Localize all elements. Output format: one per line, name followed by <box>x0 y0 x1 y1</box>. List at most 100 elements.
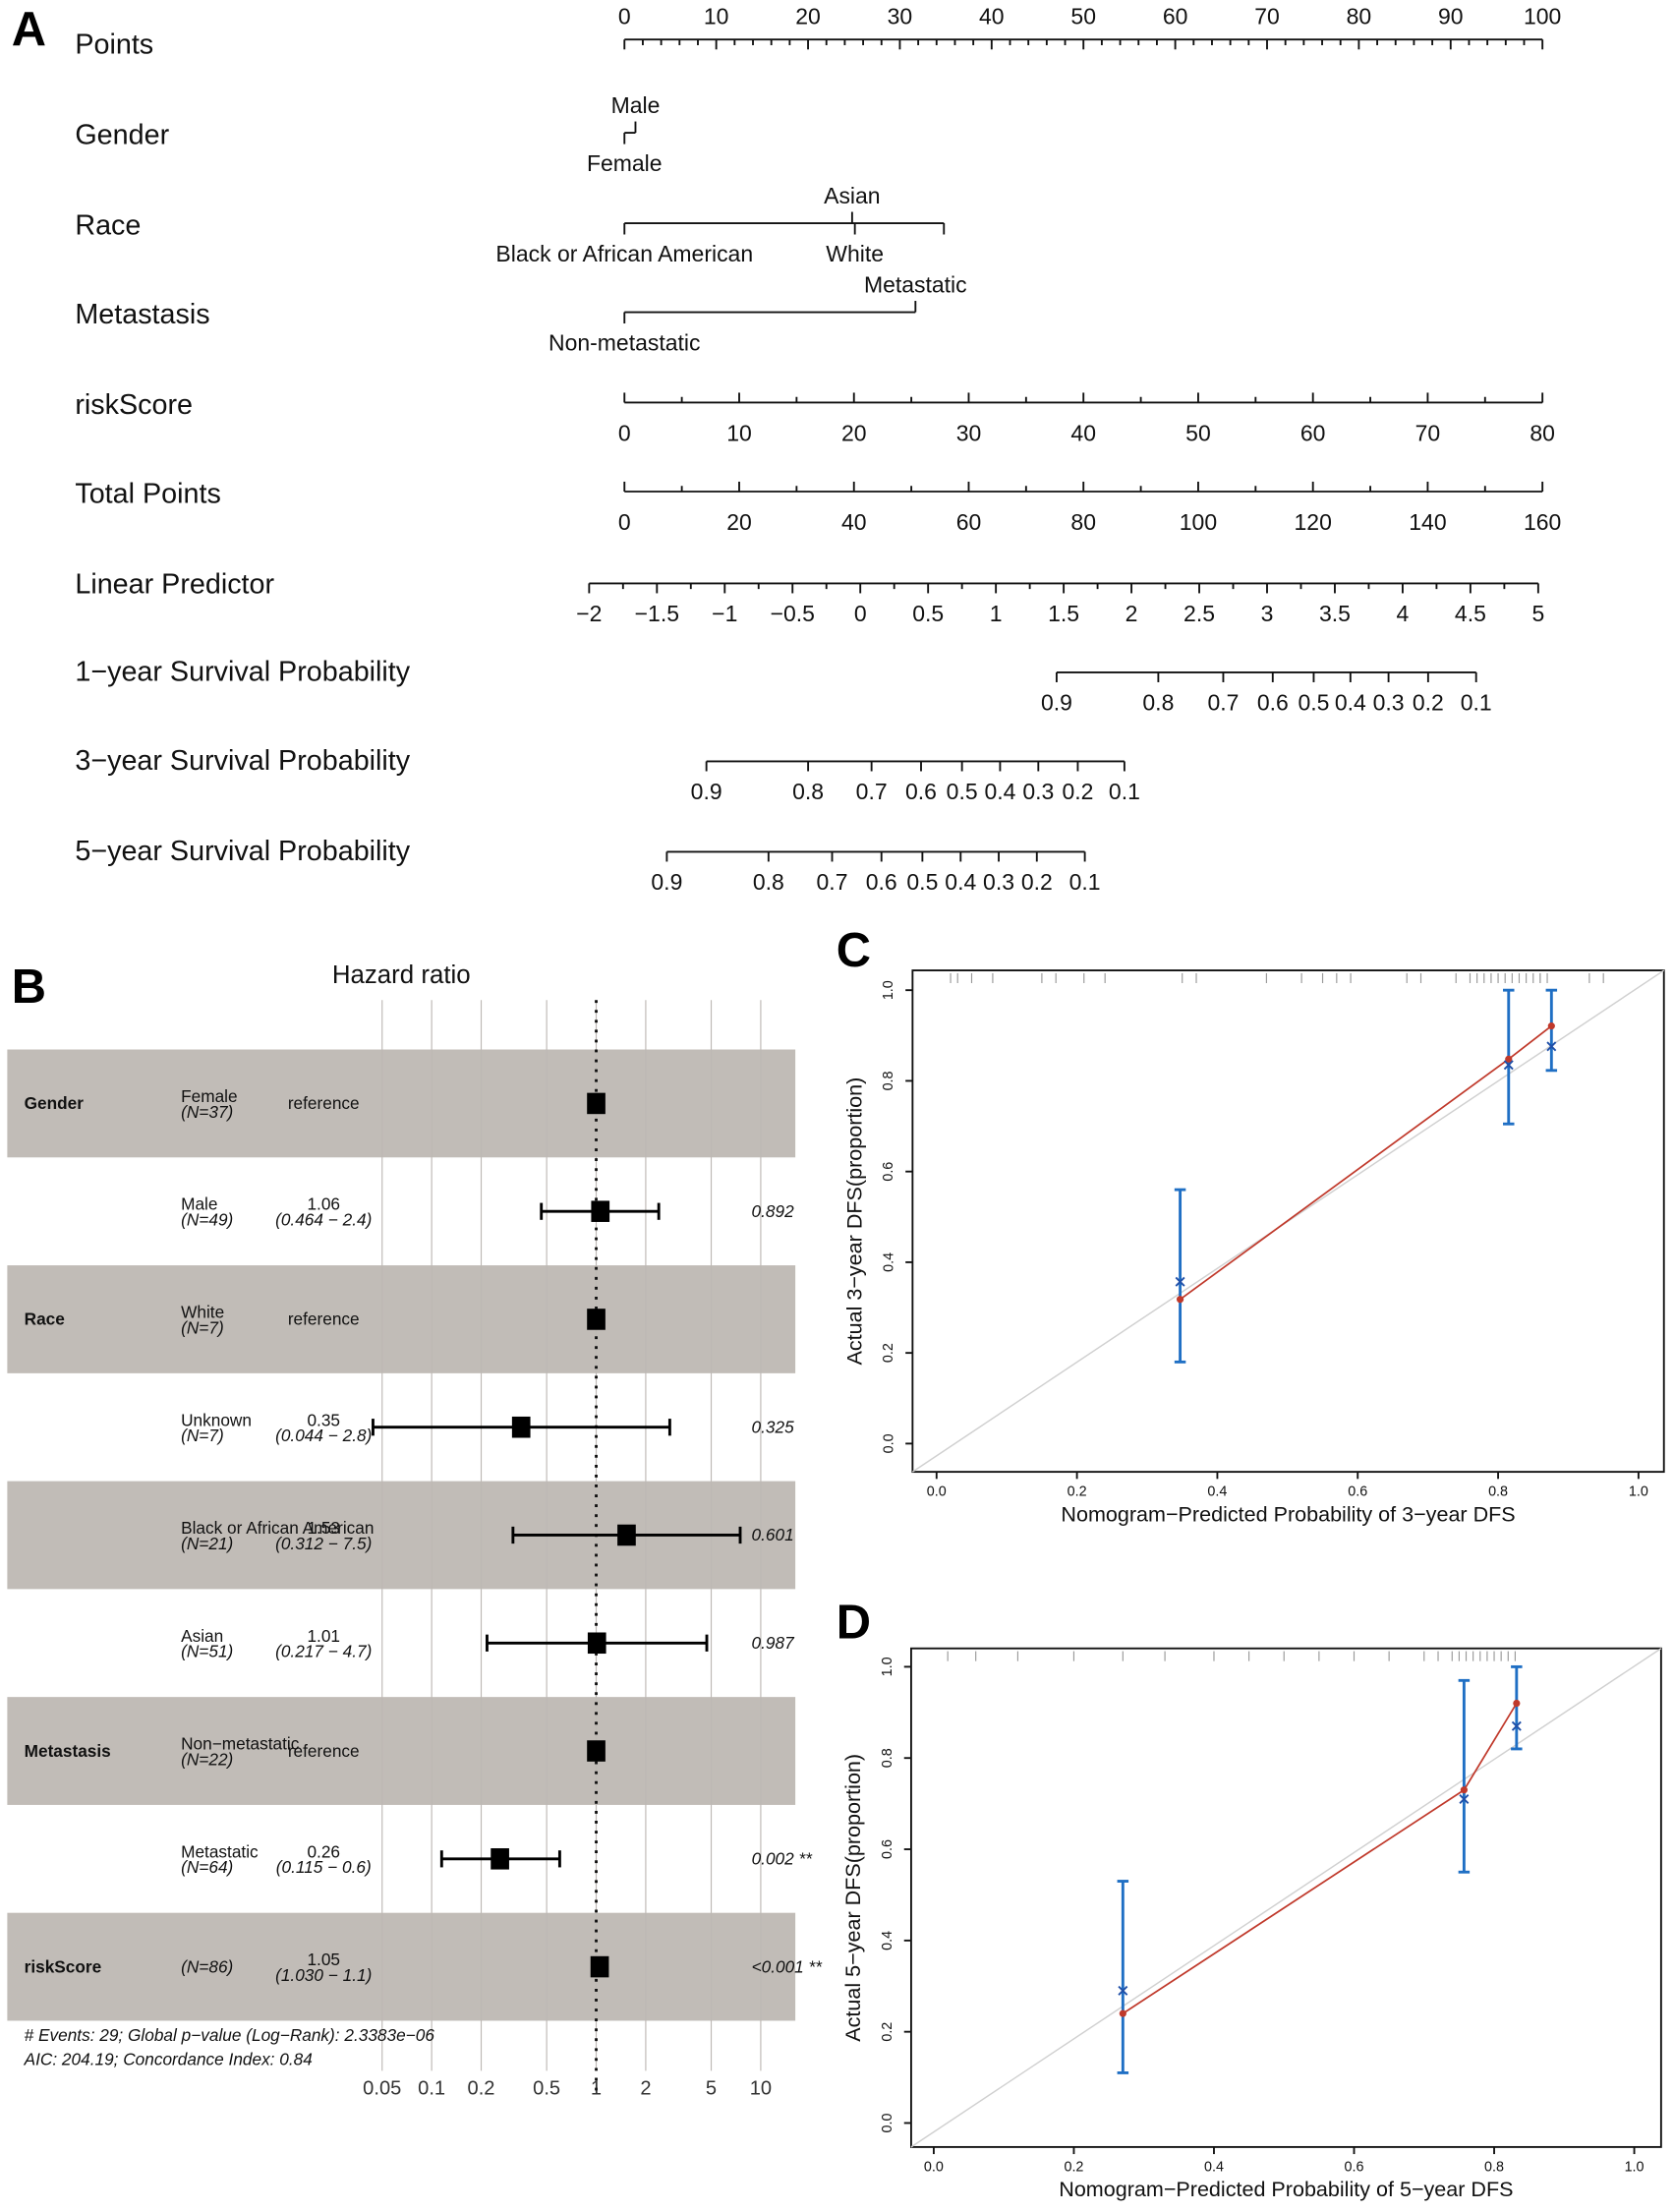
tick-label: 70 <box>1254 3 1280 29</box>
row-label: Linear Predictor <box>75 568 274 600</box>
level-label: White <box>826 241 884 266</box>
x-tick-label: 0.2 <box>1064 2159 1083 2175</box>
tick-label: 0.6 <box>905 779 937 804</box>
x-tick-label: 0.4 <box>1204 2159 1224 2175</box>
row-label: riskScore <box>75 389 193 421</box>
tick-label: 1 <box>990 601 1003 626</box>
row-label: Gender <box>75 120 169 151</box>
hr-marker <box>587 1632 606 1655</box>
panel-label-a: A <box>12 3 46 56</box>
tick-label: 140 <box>1409 509 1446 535</box>
x-tick-label: 0.8 <box>1484 2159 1504 2175</box>
tick-label: 30 <box>888 3 913 29</box>
footer-text: AIC: 204.19; Concordance Index: 0.84 <box>24 2050 313 2069</box>
p-value: 0.325 <box>752 1417 795 1436</box>
row-label: Points <box>75 29 153 61</box>
tick-label: 40 <box>841 509 867 535</box>
tick-label: 120 <box>1295 509 1332 535</box>
tick-label: 0.6 <box>866 869 897 895</box>
n-label: (N=37) <box>181 1102 233 1122</box>
tick-label: 50 <box>1070 3 1096 29</box>
hr-marker <box>587 1740 606 1762</box>
tick-label: 0.1 <box>1461 690 1492 716</box>
footer-text: # Events: 29; Global p−value (Log−Rank):… <box>25 2025 435 2045</box>
x-tick-label: 0.1 <box>418 2078 445 2100</box>
y-tick-label: 0.8 <box>881 1071 896 1090</box>
tick-label: 0.3 <box>1373 690 1405 716</box>
y-tick-label: 0.2 <box>881 1343 896 1363</box>
hr-marker <box>590 1955 609 1978</box>
row-label: 1−year Survival Probability <box>75 657 410 688</box>
tick-label: 0.8 <box>753 869 784 895</box>
tick-label: 20 <box>726 509 752 535</box>
tick-label: 4.5 <box>1455 601 1486 626</box>
row-shade <box>7 1912 796 2021</box>
level-label: Non-metastatic <box>548 329 700 355</box>
tick-label: 30 <box>956 420 982 445</box>
tick-label: 0.7 <box>817 869 848 895</box>
calibration-plot-5-year: 0.0 0.0 0.2 0.2 0.4 0.4 0.6 0.6 0.8 0.8 1.0 1.0 Nomo… <box>840 1647 1662 2201</box>
calibration-plot-3-year: 0.0 0.0 0.2 0.2 0.4 0.4 0.6 0.6 0.8 0.8 1.0 1.0 Nomo… <box>842 969 1665 1526</box>
x-tick-label: 0.5 <box>533 2078 560 2100</box>
ideal-line <box>910 1648 1662 2148</box>
tick-label: 0.3 <box>983 869 1014 895</box>
observed-point <box>1547 1022 1555 1030</box>
tick-label: 0 <box>618 3 631 29</box>
level-label: Female <box>587 150 663 176</box>
tick-label: 4 <box>1397 601 1410 626</box>
row-shade <box>7 1697 796 1805</box>
panel-label-d: D <box>837 1597 871 1650</box>
x-axis-label: Nomogram−Predicted Probability of 3−year… <box>1061 1501 1515 1526</box>
x-tick-label: 0.0 <box>927 1484 947 1500</box>
hr-label: reference <box>288 1310 360 1329</box>
y-tick-label: 0.8 <box>880 1748 895 1768</box>
tick-label: 0.8 <box>792 779 824 804</box>
tick-label: 0.9 <box>691 779 722 804</box>
row-shade <box>7 1265 796 1373</box>
hr-marker <box>587 1092 606 1115</box>
n-label: (N=51) <box>181 1642 233 1661</box>
tick-label: 0.8 <box>1142 690 1174 716</box>
nomogram: Points0 10 20 30 40 50 60 70 80 90 100GenderFemale… <box>75 3 1561 895</box>
x-tick-label: 0.4 <box>1207 1484 1227 1500</box>
hr-marker <box>491 1848 509 1870</box>
hr-marker <box>511 1416 531 1438</box>
tick-label: 0.2 <box>1413 690 1444 716</box>
tick-label: 0.4 <box>1335 690 1366 716</box>
n-label: (N=21) <box>181 1534 233 1553</box>
observed-point <box>1460 1786 1468 1794</box>
n-label: (N=7) <box>181 1317 224 1337</box>
tick-label: −1 <box>712 601 737 626</box>
tick-label: 0.7 <box>856 779 888 804</box>
x-tick-label: 1.0 <box>1629 1484 1648 1500</box>
tick-label: −0.5 <box>771 601 815 626</box>
observed-line <box>1180 1024 1552 1301</box>
row-label: Total Points <box>75 478 220 509</box>
tick-label: 90 <box>1438 3 1464 29</box>
tick-label: 0.4 <box>945 869 976 895</box>
x-tick-label: 0.6 <box>1348 1484 1367 1500</box>
x-tick-label: 5 <box>706 2078 717 2100</box>
tick-label: 0.9 <box>1041 690 1072 716</box>
p-value: 0.601 <box>752 1525 794 1544</box>
tick-label: 5 <box>1531 601 1544 626</box>
y-tick-label: 0.4 <box>880 1931 895 1950</box>
tick-label: 160 <box>1524 509 1561 535</box>
observed-point <box>1513 1699 1521 1708</box>
tick-label: 0 <box>618 420 631 445</box>
x-tick-label: 0.0 <box>924 2159 944 2175</box>
p-value: 0.002 ** <box>752 1849 814 1869</box>
panel-label-b: B <box>12 960 46 1014</box>
row-label: 5−year Survival Probability <box>75 836 410 867</box>
tick-label: 0.1 <box>1109 779 1140 804</box>
variable-label: Metastasis <box>25 1741 111 1761</box>
x-tick-label: 0.2 <box>1068 1484 1087 1500</box>
ci-label: (0.044 − 2.8) <box>275 1426 372 1445</box>
hr-label: reference <box>288 1093 360 1113</box>
level-label: Asian <box>824 183 880 208</box>
tick-label: 60 <box>1300 420 1326 445</box>
tick-label: 60 <box>956 509 982 535</box>
tick-label: 0.5 <box>947 779 978 804</box>
level-label: Metastatic <box>864 271 967 297</box>
tick-label: 40 <box>1070 420 1096 445</box>
